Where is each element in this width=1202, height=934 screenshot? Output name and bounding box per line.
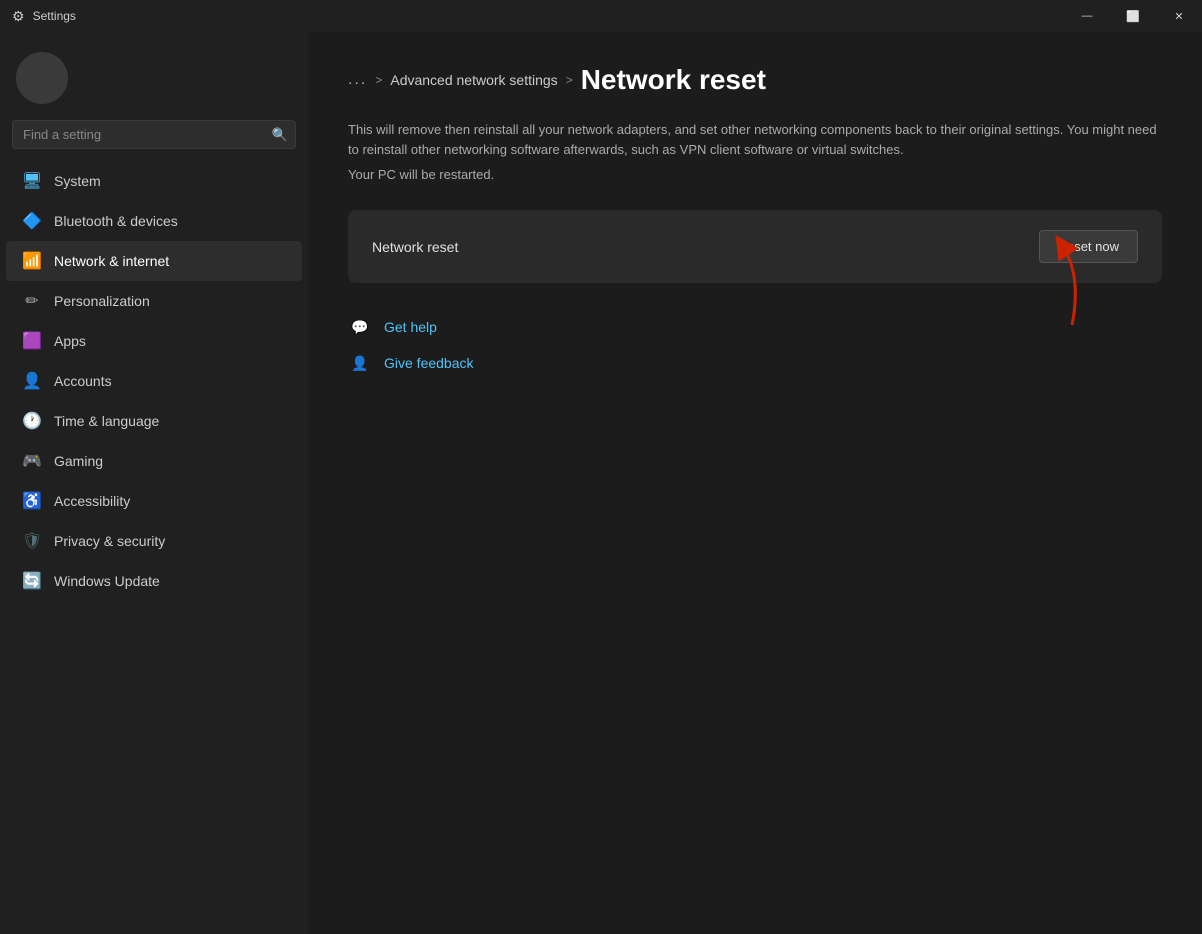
sidebar-item-privacy[interactable]: 🛡 Privacy & security [6,521,302,561]
accounts-icon: 👤 [22,371,42,391]
maximize-button[interactable]: ⬜ [1110,0,1156,32]
apps-icon: 🟪 [22,331,42,351]
privacy-icon: 🛡 [22,531,42,551]
minimize-button[interactable]: — [1064,0,1110,32]
get-help-link[interactable]: 💬 Get help [348,315,1162,339]
bluetooth-icon: 🔷 [22,211,42,231]
sidebar-item-label-personalization: Personalization [54,293,150,309]
settings-icon: ⚙ [12,8,25,25]
sidebar-item-apps[interactable]: 🟪 Apps [6,321,302,361]
sidebar-item-label-accounts: Accounts [54,373,112,389]
network-reset-label: Network reset [372,239,458,255]
sidebar-item-label-accessibility: Accessibility [54,493,130,509]
description-text: This will remove then reinstall all your… [348,120,1162,159]
restart-note: Your PC will be restarted. [348,167,1162,182]
sidebar-nav: 🖥 System 🔷 Bluetooth & devices 📶 Network & in… [0,157,308,934]
page-title: Network reset [581,64,766,96]
personalization-icon: ✏ [22,291,42,311]
sidebar-profile [0,32,308,120]
sidebar-item-accounts[interactable]: 👤 Accounts [6,361,302,401]
sidebar-item-label-update: Windows Update [54,573,160,589]
sidebar-search-container: 🔍 [12,120,296,149]
get-help-icon: 💬 [348,315,372,339]
breadcrumb: ... > Advanced network settings > Networ… [348,64,1162,96]
network-icon: 📶 [22,251,42,271]
help-links: 💬 Get help 👤 Give feedback [348,315,1162,375]
titlebar-controls: — ⬜ ✕ [1064,0,1202,32]
search-icon: 🔍 [272,127,288,143]
sidebar-item-label-network: Network & internet [54,253,169,269]
titlebar-left: ⚙ Settings [12,8,76,25]
app-layout: 🔍 🖥 System 🔷 Bluetooth & devices 📶 Network & … [0,32,1202,934]
gaming-icon: 🎮 [22,451,42,471]
network-reset-card: Network reset Reset now [348,210,1162,283]
give-feedback-link[interactable]: 👤 Give feedback [348,351,1162,375]
get-help-label: Get help [384,319,437,335]
sidebar-item-update[interactable]: 🔄 Windows Update [6,561,302,601]
sidebar-item-bluetooth[interactable]: 🔷 Bluetooth & devices [6,201,302,241]
sidebar-item-label-gaming: Gaming [54,453,103,469]
sidebar-item-network[interactable]: 📶 Network & internet [6,241,302,281]
breadcrumb-sep2: > [566,73,573,87]
avatar [16,52,68,104]
sidebar-item-accessibility[interactable]: ♿ Accessibility [6,481,302,521]
titlebar-title: Settings [33,9,76,23]
close-button[interactable]: ✕ [1156,0,1202,32]
reset-now-button[interactable]: Reset now [1039,230,1138,263]
breadcrumb-link[interactable]: Advanced network settings [390,72,557,88]
sidebar-item-label-apps: Apps [54,333,86,349]
sidebar: 🔍 🖥 System 🔷 Bluetooth & devices 📶 Network & … [0,32,308,934]
breadcrumb-sep1: > [375,73,382,87]
give-feedback-label: Give feedback [384,355,474,371]
sidebar-item-label-bluetooth: Bluetooth & devices [54,213,178,229]
search-input[interactable] [12,120,296,149]
sidebar-item-label-time: Time & language [54,413,159,429]
titlebar: ⚙ Settings — ⬜ ✕ [0,0,1202,32]
system-icon: 🖥 [22,171,42,191]
time-icon: 🕐 [22,411,42,431]
sidebar-item-time[interactable]: 🕐 Time & language [6,401,302,441]
sidebar-item-system[interactable]: 🖥 System [6,161,302,201]
sidebar-item-label-privacy: Privacy & security [54,533,165,549]
breadcrumb-dots[interactable]: ... [348,71,367,89]
give-feedback-icon: 👤 [348,351,372,375]
sidebar-item-personalization[interactable]: ✏ Personalization [6,281,302,321]
sidebar-item-gaming[interactable]: 🎮 Gaming [6,441,302,481]
content-area: ... > Advanced network settings > Networ… [308,32,1202,934]
accessibility-icon: ♿ [22,491,42,511]
sidebar-item-label-system: System [54,173,101,189]
update-icon: 🔄 [22,571,42,591]
